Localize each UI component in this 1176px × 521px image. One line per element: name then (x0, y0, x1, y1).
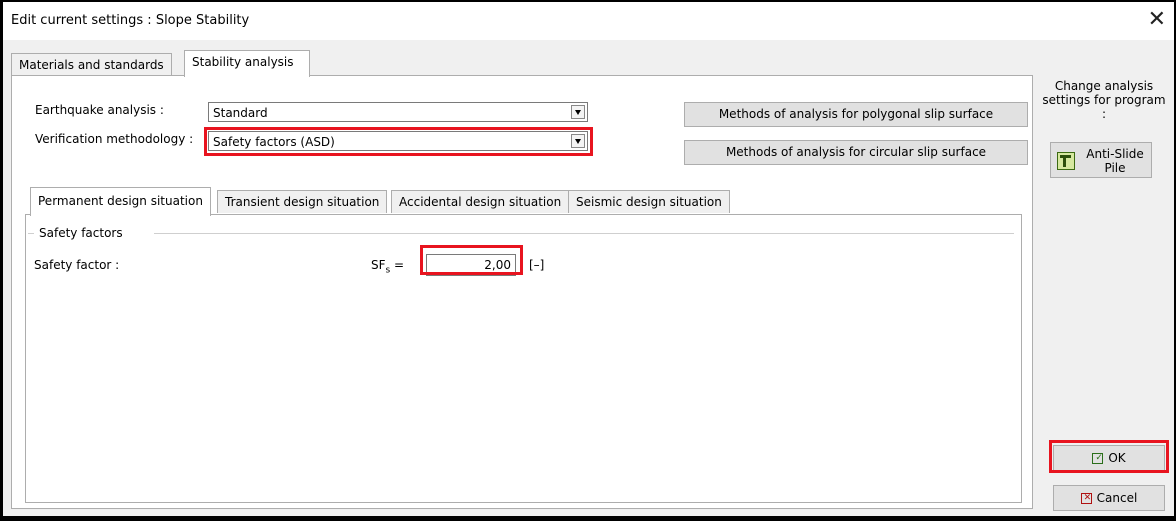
anti-slide-pile-label: Anti-Slide Pile (1086, 147, 1144, 175)
tab-stability-analysis[interactable]: Stability analysis (184, 50, 310, 77)
tab-transient-design-situation[interactable]: Transient design situation (217, 190, 388, 213)
safety-factor-input[interactable]: 2,00 (426, 254, 516, 276)
earthquake-analysis-select[interactable]: Standard (208, 102, 588, 122)
window-title: Edit current settings : Slope Stability (11, 13, 250, 28)
cancel-button[interactable]: ✕ Cancel (1053, 485, 1165, 511)
section-divider (28, 233, 34, 234)
safety-factors-heading: Safety factors (39, 226, 123, 240)
earthquake-analysis-value: Standard (213, 106, 268, 120)
tab-permanent-design-situation[interactable]: Permanent design situation (30, 187, 211, 216)
sf-symbol-label: SFs = (371, 258, 405, 276)
dialog-window: Edit current settings : Slope Stability … (3, 2, 1174, 516)
title-bar: Edit current settings : Slope Stability … (3, 2, 1174, 40)
anti-slide-pile-button[interactable]: Anti-Slide Pile (1050, 142, 1152, 178)
ok-check-icon: ✓ (1092, 453, 1104, 464)
change-settings-text: Change analysis settings for program : (1042, 79, 1166, 121)
anti-slide-pile-icon (1057, 152, 1075, 170)
verification-methodology-value: Safety factors (ASD) (213, 135, 335, 149)
verification-methodology-label: Verification methodology : (35, 132, 194, 146)
ok-label: OK (1108, 451, 1126, 465)
polygonal-methods-button[interactable]: Methods of analysis for polygonal slip s… (684, 102, 1028, 127)
cancel-x-icon: ✕ (1080, 493, 1092, 504)
cancel-label: Cancel (1096, 491, 1138, 505)
ok-button[interactable]: ✓ OK (1053, 445, 1165, 471)
unit-label: [–] (529, 258, 545, 272)
close-icon[interactable]: ✕ (1148, 8, 1166, 32)
permanent-situation-panel: Safety factors Safety factor : SFs = 2,0… (25, 214, 1022, 503)
dropdown-arrow-icon[interactable] (571, 134, 585, 148)
tab-accidental-design-situation[interactable]: Accidental design situation (391, 190, 570, 213)
circular-methods-button[interactable]: Methods of analysis for circular slip su… (684, 140, 1028, 165)
verification-methodology-select[interactable]: Safety factors (ASD) (208, 131, 588, 151)
section-divider (154, 233, 1014, 234)
tab-seismic-design-situation[interactable]: Seismic design situation (568, 190, 730, 213)
earthquake-analysis-label: Earthquake analysis : (35, 103, 164, 117)
safety-factor-label: Safety factor : (34, 258, 120, 272)
dropdown-arrow-icon[interactable] (571, 105, 585, 119)
tab-materials-and-standards[interactable]: Materials and standards (11, 53, 172, 76)
